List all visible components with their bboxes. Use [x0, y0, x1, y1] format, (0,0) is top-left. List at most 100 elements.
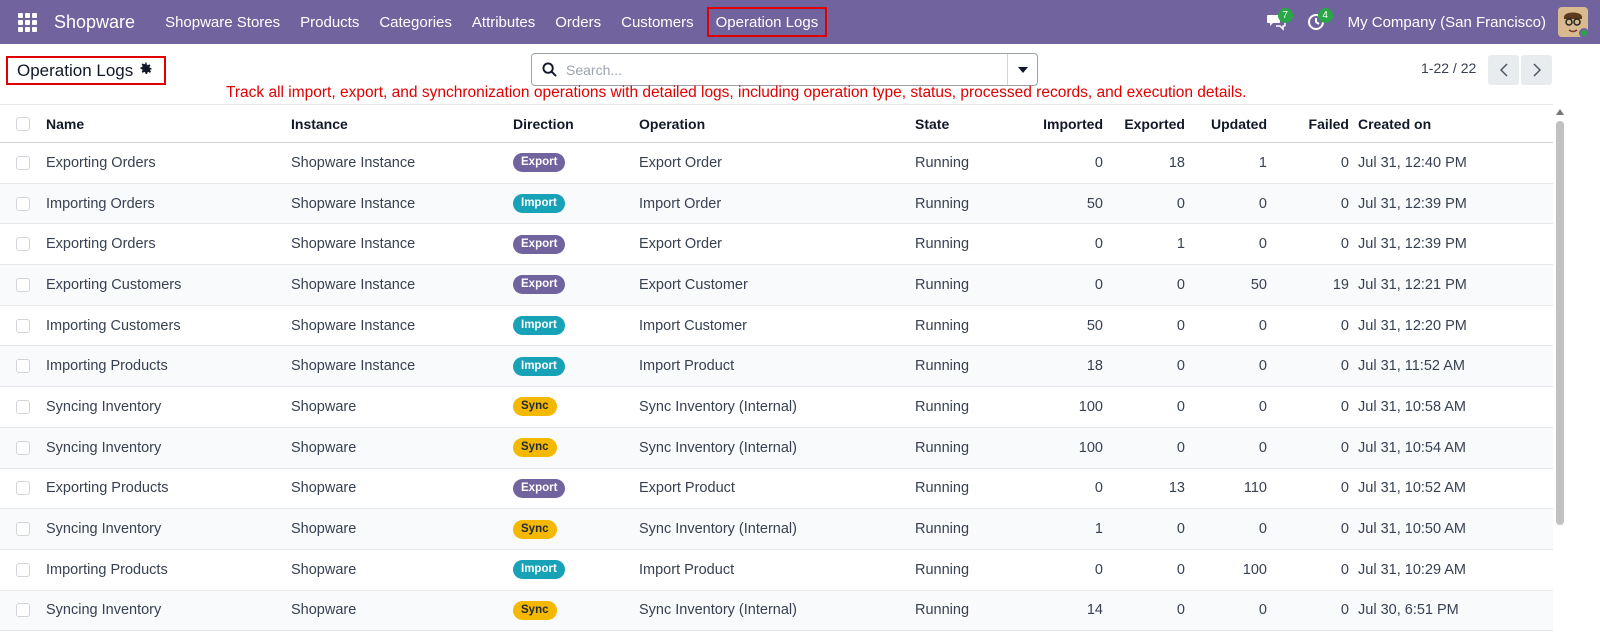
table-row[interactable]: Importing Orders Shopware Instance Impor… [0, 183, 1553, 225]
column-header-updated[interactable]: Updated [1211, 116, 1267, 132]
cell-failed: 0 [1340, 358, 1349, 375]
nav-categories[interactable]: Categories [369, 0, 462, 44]
table-row[interactable]: Exporting Orders Shopware Instance Expor… [0, 143, 1553, 184]
cell-state: Running [915, 195, 970, 212]
activities-clock-icon[interactable]: 4 [1296, 0, 1336, 44]
column-header-failed[interactable]: Failed [1309, 116, 1349, 132]
search-input[interactable] [566, 54, 1007, 85]
row-checkbox[interactable] [16, 318, 30, 333]
table-row[interactable]: Syncing Inventory Shopware Sync Sync Inv… [0, 427, 1553, 469]
cell-name: Importing Products [46, 358, 168, 375]
pager-previous-button[interactable] [1488, 55, 1519, 85]
cell-operation: Sync Inventory (Internal) [639, 521, 797, 538]
row-checkbox[interactable] [16, 237, 30, 252]
cell-name: Importing Customers [46, 317, 181, 334]
nav-customers[interactable]: Customers [611, 0, 704, 44]
nav-attributes[interactable]: Attributes [462, 0, 545, 44]
cell-updated: 100 [1242, 561, 1267, 578]
cell-direction: Sync [513, 600, 557, 620]
cell-state: Running [915, 236, 970, 253]
operation-logs-table: Name Instance Direction Operation State … [0, 104, 1553, 632]
app-menu-icon[interactable] [0, 0, 54, 44]
cell-state: Running [915, 439, 970, 456]
cell-operation: Import Customer [639, 317, 747, 334]
table-row[interactable]: Importing Products Shopware Import Impor… [0, 550, 1553, 591]
nav-shopware-stores[interactable]: Shopware Stores [155, 0, 290, 44]
cell-state: Running [915, 398, 970, 415]
company-switcher[interactable]: My Company (San Francisco) [1336, 14, 1558, 31]
row-checkbox[interactable] [16, 359, 30, 374]
cell-imported: 18 [1086, 358, 1103, 375]
row-checkbox[interactable] [16, 562, 30, 577]
row-checkbox[interactable] [16, 196, 30, 211]
cell-failed: 0 [1340, 195, 1349, 212]
cell-imported: 0 [1094, 480, 1103, 497]
pager-next-button[interactable] [1521, 55, 1552, 85]
row-checkbox[interactable] [16, 522, 30, 537]
table-row[interactable]: Importing Products Shopware Instance Imp… [0, 346, 1553, 388]
row-checkbox[interactable] [16, 155, 30, 170]
column-header-state[interactable]: State [915, 116, 949, 132]
table-body: Exporting Orders Shopware Instance Expor… [0, 143, 1553, 632]
cell-created-on: Jul 31, 10:29 AM [1358, 561, 1467, 578]
cell-direction: Import [513, 560, 565, 580]
cell-exported: 0 [1176, 521, 1185, 538]
direction-badge: Import [513, 316, 565, 336]
select-all-checkbox[interactable] [16, 116, 30, 131]
app-brand[interactable]: Shopware [54, 12, 135, 33]
column-header-name[interactable]: Name [46, 116, 84, 132]
cell-failed: 0 [1340, 154, 1349, 171]
table-row[interactable]: Syncing Inventory Shopware Sync Sync Inv… [0, 590, 1553, 632]
cell-exported: 0 [1176, 398, 1185, 415]
table-row[interactable]: Exporting Orders Shopware Instance Expor… [0, 224, 1553, 266]
table-row[interactable]: Syncing Inventory Shopware Sync Sync Inv… [0, 387, 1553, 428]
cell-created-on: Jul 31, 12:39 PM [1358, 236, 1467, 253]
column-header-created-on[interactable]: Created on [1358, 116, 1431, 132]
nav-operation-logs[interactable]: Operation Logs [706, 7, 828, 37]
row-checkbox[interactable] [16, 603, 30, 618]
gear-icon[interactable] [139, 61, 153, 81]
vertical-scrollbar[interactable] [1555, 109, 1565, 629]
table-row[interactable]: Syncing Inventory Shopware Sync Sync Inv… [0, 509, 1553, 550]
row-checkbox[interactable] [16, 399, 30, 414]
table-row[interactable]: Exporting Products Shopware Export Expor… [0, 469, 1553, 510]
row-checkbox[interactable] [16, 440, 30, 455]
cell-updated: 50 [1250, 276, 1267, 293]
user-avatar[interactable] [1558, 7, 1588, 37]
cell-instance: Shopware [291, 480, 357, 497]
cell-operation: Import Order [639, 195, 722, 212]
cell-updated: 1 [1258, 154, 1267, 171]
nav-orders[interactable]: Orders [545, 0, 611, 44]
messages-icon[interactable]: 7 [1256, 0, 1296, 44]
cell-exported: 0 [1176, 561, 1185, 578]
cell-exported: 13 [1168, 480, 1185, 497]
column-header-operation[interactable]: Operation [639, 116, 705, 132]
cell-instance: Shopware Instance [291, 358, 416, 375]
cell-state: Running [915, 521, 970, 538]
cell-created-on: Jul 31, 12:20 PM [1358, 317, 1467, 334]
cell-operation: Export Order [639, 154, 722, 171]
cell-exported: 0 [1176, 439, 1185, 456]
scrollbar-thumb[interactable] [1556, 121, 1564, 525]
cell-name: Importing Orders [46, 195, 155, 212]
row-checkbox[interactable] [16, 481, 30, 496]
column-header-instance[interactable]: Instance [291, 116, 348, 132]
cell-failed: 0 [1340, 236, 1349, 253]
table-row[interactable]: Importing Customers Shopware Instance Im… [0, 306, 1553, 347]
cell-failed: 0 [1340, 398, 1349, 415]
cell-name: Exporting Orders [46, 154, 156, 171]
search-options-toggle[interactable] [1007, 54, 1037, 85]
column-header-direction[interactable]: Direction [513, 116, 574, 132]
row-checkbox[interactable] [16, 277, 30, 292]
scroll-up-arrow-icon[interactable] [1556, 109, 1564, 115]
column-header-imported[interactable]: Imported [1043, 116, 1103, 132]
pager-value[interactable]: 1-22 / 22 [1421, 60, 1476, 76]
table-row[interactable]: Exporting Customers Shopware Instance Ex… [0, 265, 1553, 306]
cell-operation: Sync Inventory (Internal) [639, 439, 797, 456]
cell-exported: 0 [1176, 602, 1185, 619]
cell-failed: 0 [1340, 521, 1349, 538]
top-navbar: Shopware Shopware Stores Products Catego… [0, 0, 1600, 44]
cell-instance: Shopware Instance [291, 195, 416, 212]
nav-products[interactable]: Products [290, 0, 369, 44]
column-header-exported[interactable]: Exported [1124, 116, 1185, 132]
